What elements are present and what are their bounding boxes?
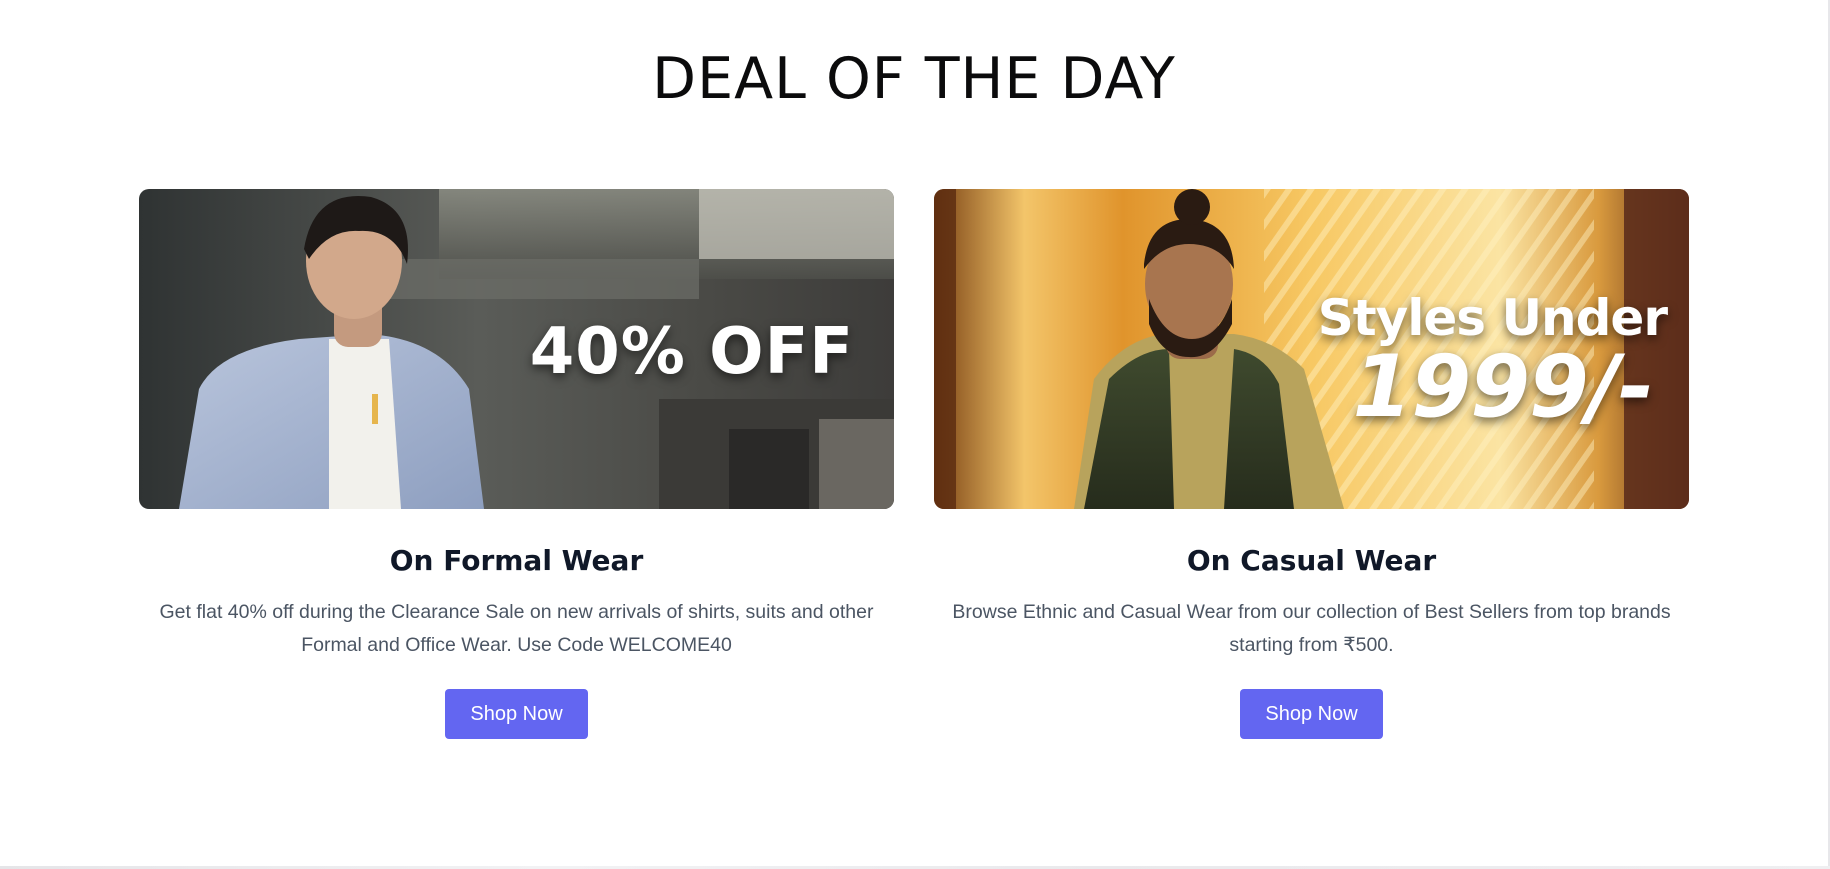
formal-wear-banner[interactable]: 40% OFF — [139, 189, 894, 509]
casual-wear-description: Browse Ethnic and Casual Wear from our c… — [952, 601, 1671, 656]
formal-wear-shop-now-button[interactable]: Shop Now — [445, 689, 588, 739]
casual-wear-shop-now-button[interactable]: Shop Now — [1240, 689, 1383, 739]
deal-card-formal-wear: 40% OFF On Formal Wear Get flat 40% off … — [139, 189, 894, 749]
deal-cards: 40% OFF On Formal Wear Get flat 40% off … — [139, 189, 1689, 749]
formal-wear-title: On Formal Wear — [389, 544, 644, 577]
casual-wear-banner-price: 1999/- — [1352, 337, 1654, 437]
formal-wear-description: Get flat 40% off during the Clearance Sa… — [159, 601, 874, 656]
casual-wear-banner[interactable]: Styles Under 1999/- — [934, 189, 1689, 509]
casual-wear-title: On Casual Wear — [1186, 544, 1437, 577]
section-title: DEAL OF THE DAY — [652, 46, 1176, 112]
deal-card-casual-wear: Styles Under 1999/- On Casual Wear Brows… — [934, 189, 1689, 749]
deal-of-the-day-page: DEAL OF THE DAY 40% OFF On Formal Wear G… — [0, 0, 1830, 869]
formal-wear-banner-offer: 40% OFF — [529, 315, 854, 389]
